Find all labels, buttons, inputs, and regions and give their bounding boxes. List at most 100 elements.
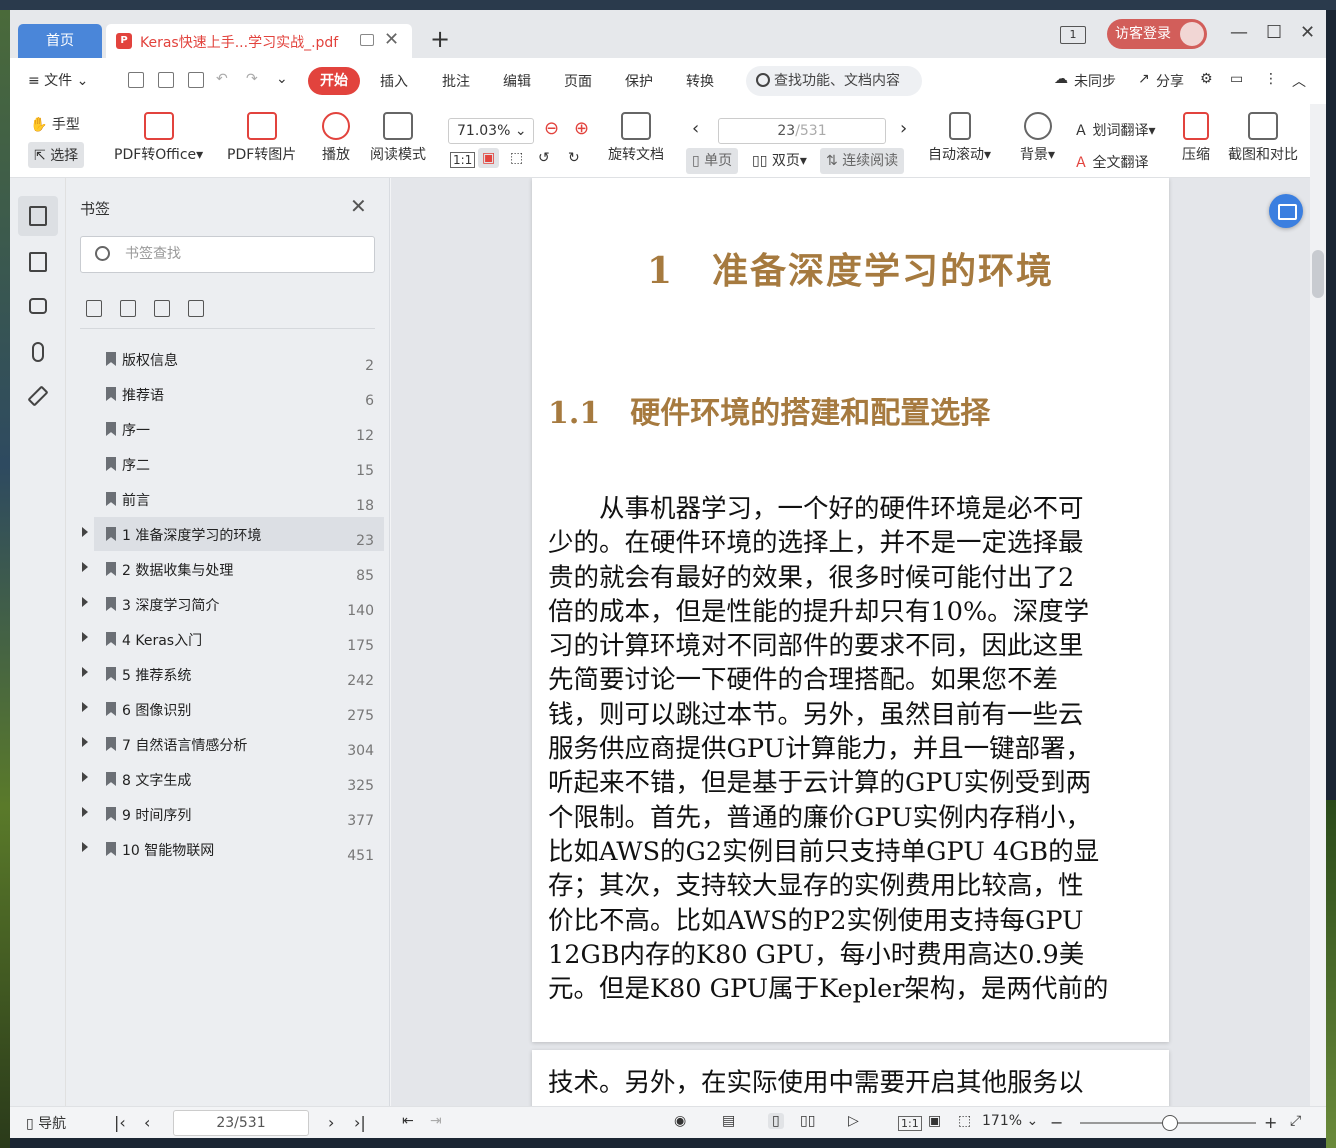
bookmark-panel-button[interactable] (18, 196, 58, 236)
bookmark-item[interactable]: 5 推荐系统 242 (66, 657, 390, 691)
bookmark-item[interactable]: 9 时间序列 377 (66, 797, 390, 831)
maximize-icon[interactable]: ☐ (1266, 22, 1282, 43)
tab-convert[interactable]: 转换 (686, 71, 714, 91)
bookmark-item[interactable]: 4 Keras入门 175 (66, 622, 390, 656)
share-icon[interactable]: ↗ (1138, 71, 1150, 87)
last-page-icon[interactable]: ›| (354, 1113, 366, 1132)
zoom-out-icon[interactable]: ⊖ (544, 118, 559, 139)
page-number-input[interactable]: 23/531 (718, 118, 886, 144)
compress-button[interactable]: 压缩 (1182, 112, 1210, 164)
rotate-right-icon[interactable]: ↻ (568, 150, 580, 166)
expand-arrow-icon[interactable] (82, 667, 88, 677)
document-viewport[interactable]: 1 准备深度学习的环境 1.1 硬件环境的搭建和配置选择 从事机器学习，一个好的… (391, 178, 1310, 1106)
auto-scroll-button[interactable]: 自动滚动▾ (928, 112, 991, 164)
signature-panel-button[interactable] (18, 376, 58, 416)
single-page-button[interactable]: ▯ 单页 (686, 148, 739, 174)
next-page-icon[interactable]: › (900, 118, 907, 139)
vertical-scrollbar[interactable] (1310, 104, 1326, 1106)
expand-arrow-icon[interactable] (82, 527, 88, 537)
expand-all-icon[interactable] (86, 300, 102, 317)
play-mode-icon[interactable]: ▷ (848, 1113, 859, 1129)
zoom-in-icon[interactable]: ⊕ (574, 118, 589, 139)
bookmark-item[interactable]: 2 数据收集与处理 85 (66, 552, 390, 586)
bookmark-item[interactable]: 6 图像识别 275 (66, 692, 390, 726)
close-window-icon[interactable]: ✕ (1300, 22, 1315, 43)
window-count-icon[interactable]: 1 (1060, 26, 1086, 44)
play-button[interactable]: 播放 (322, 112, 350, 164)
share-button[interactable]: 分享 (1156, 71, 1184, 91)
select-tool[interactable]: ⇱ 选择 (28, 142, 85, 168)
double-page-button[interactable]: ▯▯ 双页▾ (746, 148, 813, 174)
bookmark-item[interactable]: 8 文字生成 325 (66, 762, 390, 796)
bookmark-search-input[interactable]: 书签查找 (80, 236, 375, 273)
feature-search[interactable]: 查找功能、文档内容 (746, 66, 922, 96)
collapse-ribbon-icon[interactable]: ︿ (1292, 71, 1306, 91)
bookmark-item[interactable]: 序一 12 (66, 412, 390, 446)
print-icon[interactable] (188, 72, 204, 88)
expand-arrow-icon[interactable] (82, 842, 88, 852)
zoom-out-status-icon[interactable]: − (1050, 1113, 1063, 1132)
zoom-select[interactable]: 71.03% ⌄ (448, 118, 534, 144)
close-tab-icon[interactable]: ✕ (384, 29, 399, 50)
tab-document[interactable]: P Keras快速上手...学习实战_.pdf ✕ (106, 24, 412, 58)
zoom-slider-handle[interactable] (1162, 1115, 1178, 1131)
floating-convert-button[interactable] (1269, 194, 1303, 228)
fit-width-icon[interactable]: ⬚ (510, 150, 523, 166)
guest-login-button[interactable]: 访客登录 (1107, 19, 1207, 49)
first-page-icon[interactable]: |‹ (114, 1113, 126, 1132)
expand-arrow-icon[interactable] (82, 772, 88, 782)
bookmark-item[interactable]: 推荐语 6 (66, 377, 390, 411)
fit-width-status-icon[interactable]: ⬚ (958, 1113, 971, 1129)
bookmark-item[interactable]: 7 自然语言情感分析 304 (66, 727, 390, 761)
tab-insert[interactable]: 插入 (380, 71, 408, 91)
expand-arrow-icon[interactable] (82, 632, 88, 642)
remove-bookmark-icon[interactable] (188, 300, 204, 317)
continuous-mode-icon[interactable]: ▤ (722, 1113, 735, 1129)
hand-tool[interactable]: ✋ 手型 (30, 114, 80, 134)
eye-protect-icon[interactable]: ◉ (674, 1113, 686, 1129)
tab-page[interactable]: 页面 (564, 71, 592, 91)
forward-icon[interactable]: ⇥ (430, 1113, 442, 1129)
close-panel-icon[interactable]: ✕ (350, 194, 367, 218)
actual-size-icon[interactable]: 1:1 (450, 152, 476, 168)
add-bookmark-icon[interactable] (154, 300, 170, 317)
prev-page-status-icon[interactable]: ‹ (144, 1113, 150, 1132)
fullscreen-icon[interactable]: ⤢ (1290, 1113, 1301, 1129)
redo-icon[interactable]: ↷ (246, 71, 258, 87)
prev-page-icon[interactable]: ‹ (692, 118, 699, 139)
attachment-panel-button[interactable] (18, 332, 58, 372)
expand-arrow-icon[interactable] (82, 807, 88, 817)
comment-panel-button[interactable] (18, 288, 58, 328)
cloud-sync-icon[interactable]: ☁ (1054, 71, 1068, 87)
next-page-status-icon[interactable]: › (328, 1113, 334, 1132)
bookmark-item[interactable]: 1 准备深度学习的环境 23 (66, 517, 390, 551)
bookmark-item[interactable]: 序二 15 (66, 447, 390, 481)
expand-arrow-icon[interactable] (82, 597, 88, 607)
fit-page-icon[interactable]: ▣ (478, 148, 500, 168)
word-translate-button[interactable]: Ａ 划词翻译▾ (1074, 120, 1155, 140)
save-icon[interactable] (158, 72, 174, 88)
tab-home[interactable]: 首页 (18, 24, 102, 58)
file-menu[interactable]: ≡ 文件 ⌄ (28, 70, 88, 90)
navigation-toggle[interactable]: ▯ 导航 (26, 1113, 66, 1133)
screenshot-compare-button[interactable]: 截图和对比 (1228, 112, 1298, 164)
background-button[interactable]: 背景▾ (1020, 112, 1055, 164)
more-options-icon[interactable]: ⋮ (1264, 71, 1278, 87)
tab-start[interactable]: 开始 (308, 67, 360, 95)
fit-page-status-icon[interactable]: ▣ (928, 1113, 941, 1129)
expand-arrow-icon[interactable] (82, 702, 88, 712)
rotate-document-button[interactable]: 旋转文档 (608, 112, 664, 164)
window-pin-icon[interactable] (360, 34, 374, 46)
sync-status[interactable]: 未同步 (1074, 71, 1116, 91)
bookmark-item[interactable]: 10 智能物联网 451 (66, 832, 390, 866)
full-translate-button[interactable]: Ａ 全文翻译 (1074, 152, 1148, 172)
continuous-read-button[interactable]: ⇅ 连续阅读 (820, 148, 905, 174)
settings-gear-icon[interactable]: ⚙ (1200, 71, 1213, 87)
zoom-in-status-icon[interactable]: + (1264, 1113, 1277, 1132)
pdf-to-office-button[interactable]: PDF转Office▾ (114, 112, 203, 164)
tab-protect[interactable]: 保护 (625, 71, 653, 91)
bookmark-item[interactable]: 前言 18 (66, 482, 390, 516)
tab-edit[interactable]: 编辑 (503, 71, 531, 91)
read-mode-button[interactable]: 阅读模式 (370, 112, 426, 164)
tab-annotate[interactable]: 批注 (442, 71, 470, 91)
